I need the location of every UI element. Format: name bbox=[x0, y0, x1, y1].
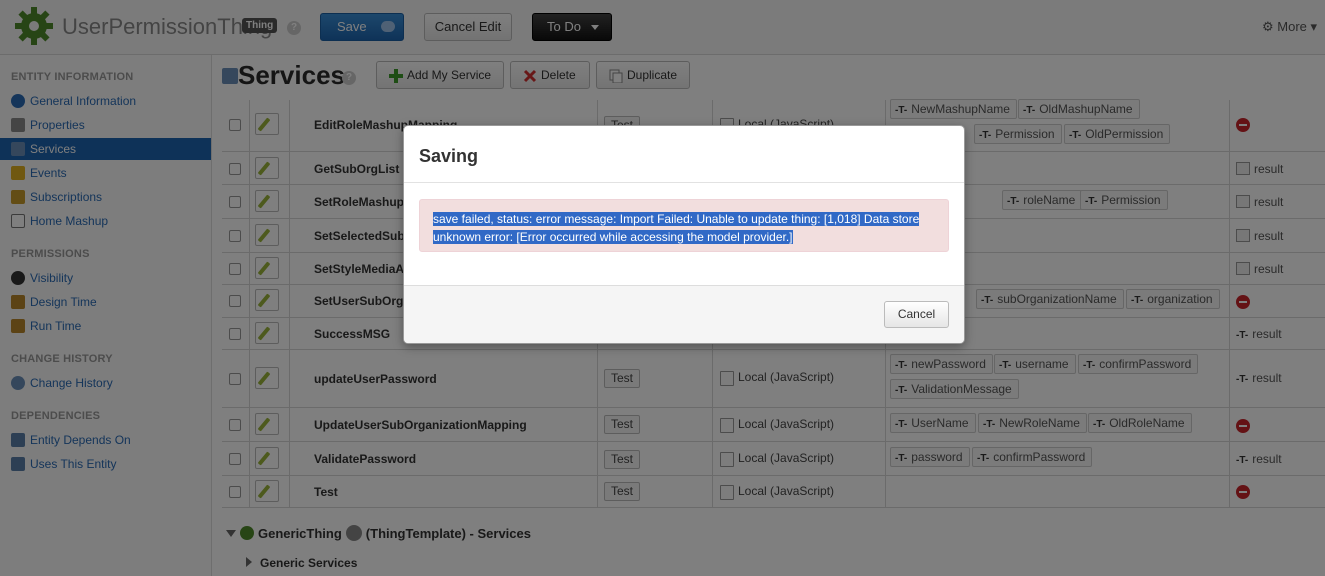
error-message: save failed, status: error message: Impo… bbox=[433, 212, 920, 244]
dialog-header: Saving bbox=[404, 126, 964, 183]
error-alert: save failed, status: error message: Impo… bbox=[419, 199, 949, 252]
dialog-title: Saving bbox=[419, 146, 479, 166]
cancel-button[interactable]: Cancel bbox=[884, 301, 949, 328]
saving-dialog: Saving save failed, status: error messag… bbox=[403, 125, 965, 344]
dialog-footer: Cancel bbox=[404, 285, 964, 343]
